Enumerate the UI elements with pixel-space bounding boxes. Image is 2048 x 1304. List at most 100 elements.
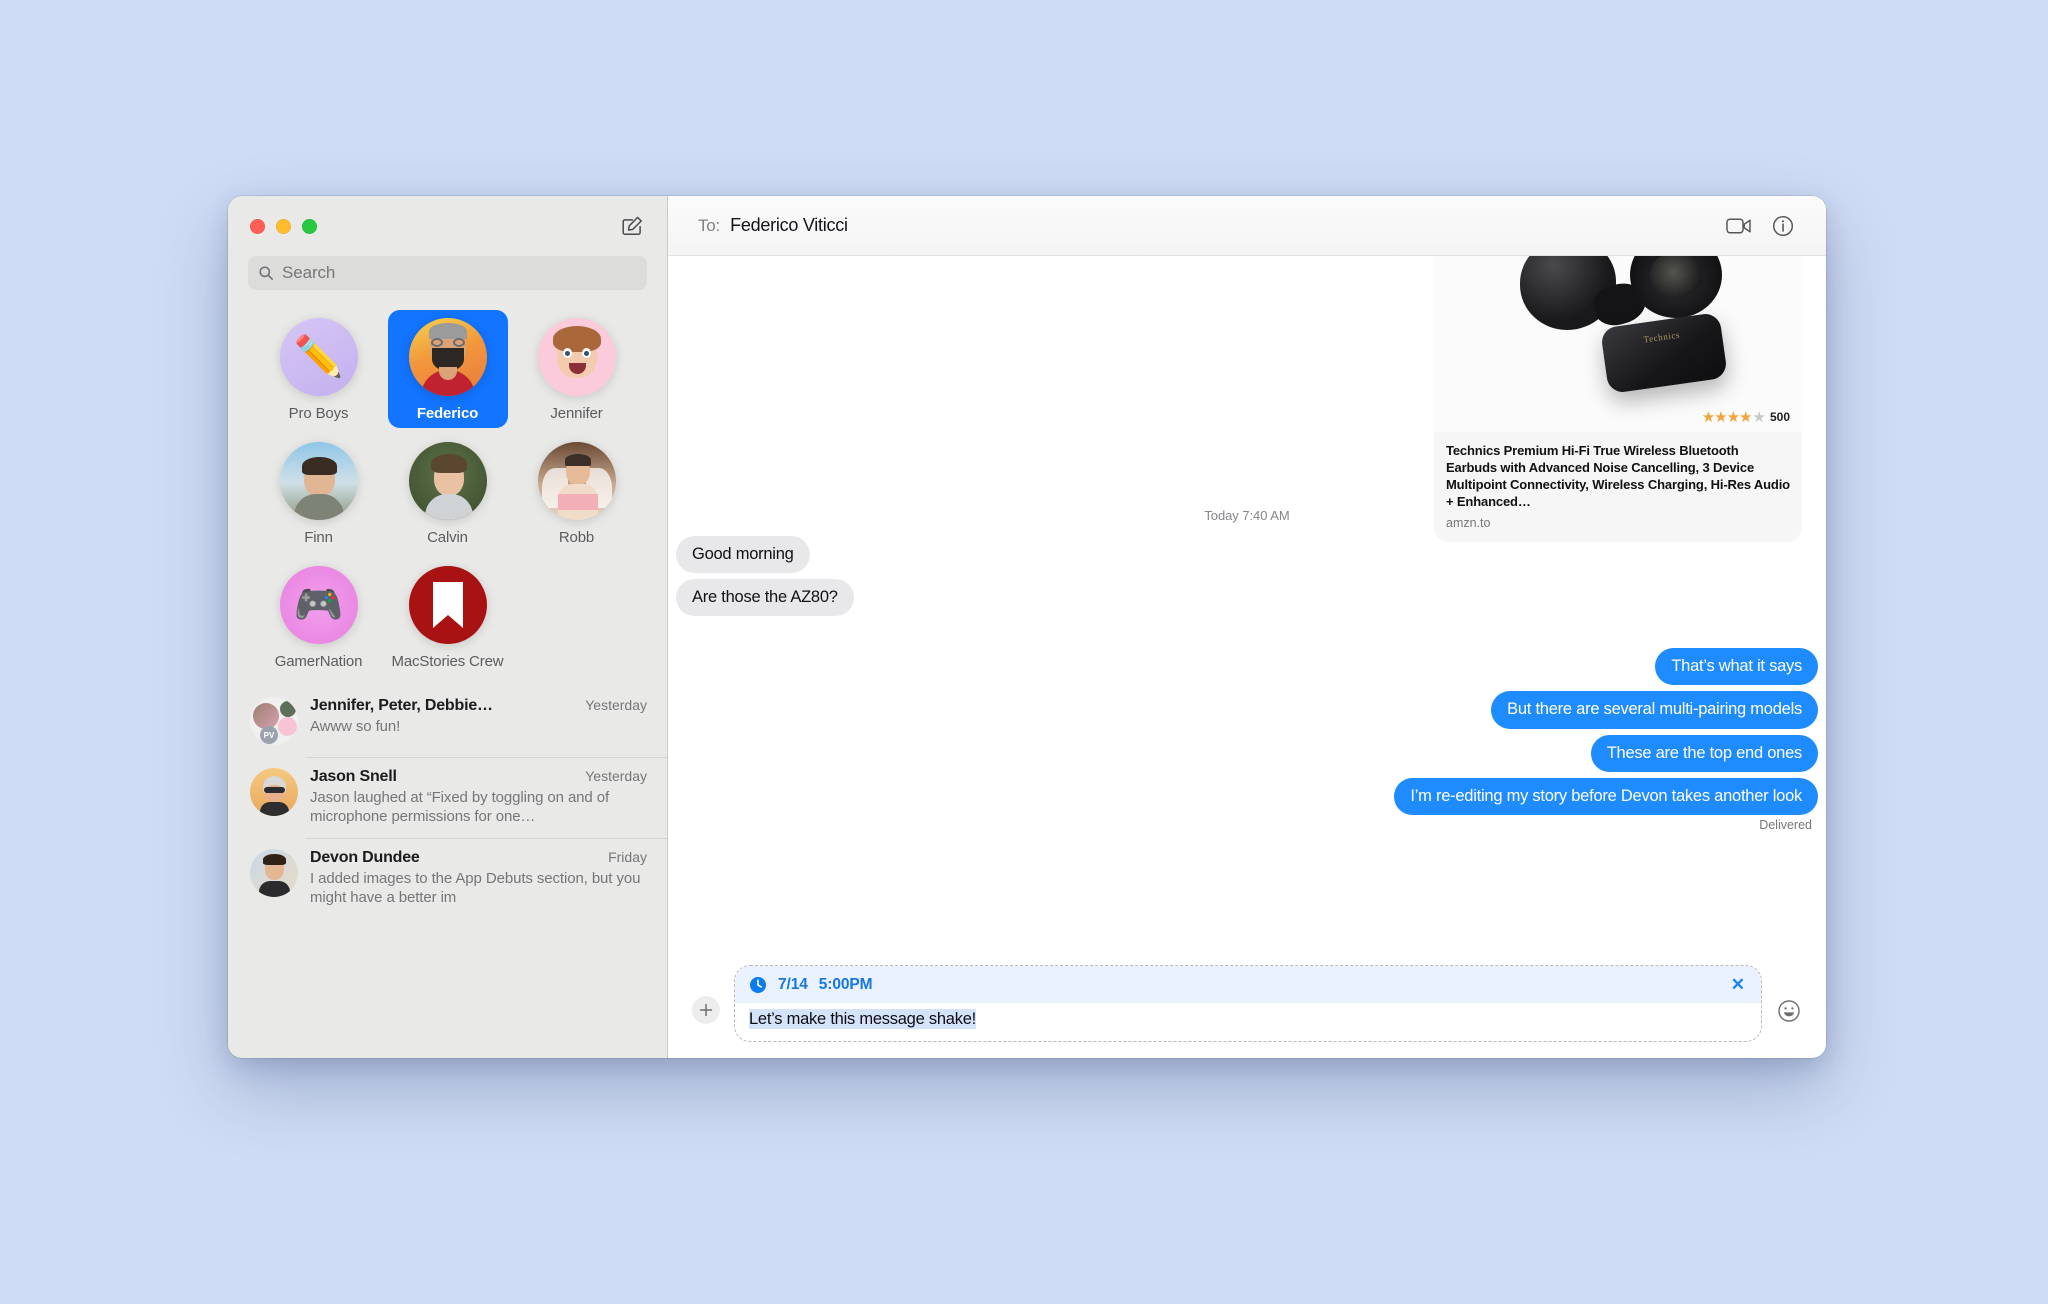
scheduled-date[interactable]: 7/14 — [778, 976, 808, 994]
message-bubble-outgoing[interactable]: These are the top end ones — [1590, 734, 1824, 772]
conversation-row-jennifer-group[interactable]: PV Jennifer, Peter, Debbie… Yesterday Aw… — [228, 686, 667, 757]
conversation-time: Yesterday — [585, 697, 647, 713]
pinned-item-label: Federico — [416, 405, 479, 422]
conversation-name: Jennifer, Peter, Debbie… — [310, 697, 493, 714]
conversation-preview: Jason laughed at “Fixed by toggling on a… — [310, 789, 610, 826]
conversation-row-devon-dundee[interactable]: Devon Dundee Friday I added images to th… — [228, 838, 667, 919]
message-bubble-outgoing[interactable]: That’s what it says — [1655, 648, 1818, 686]
close-icon[interactable]: ✕ — [1729, 974, 1747, 995]
search-input[interactable]: Search — [248, 256, 647, 290]
pinned-item-label: MacStories Crew — [391, 653, 504, 670]
rating-half-star: ★ — [1752, 409, 1766, 426]
message-row: That’s what it says — [676, 648, 1818, 686]
conversation-time: Yesterday — [585, 768, 647, 784]
emoji-smiley-icon[interactable] — [1776, 998, 1802, 1024]
compose-new-message-icon[interactable] — [619, 213, 645, 239]
avatar — [408, 442, 487, 520]
sidebar: Search ✏️ Pro Boys Federico Jennifer Fin… — [228, 196, 668, 1058]
plus-icon[interactable] — [692, 996, 720, 1024]
avatar: 🎮 — [279, 566, 358, 644]
pinned-item-finn[interactable]: Finn — [259, 434, 379, 552]
messages-window: Search ✏️ Pro Boys Federico Jennifer Fin… — [228, 196, 1826, 1058]
sidebar-titlebar — [228, 196, 667, 256]
close-window-button[interactable] — [250, 218, 265, 234]
pinned-item-calvin[interactable]: Calvin — [388, 434, 508, 552]
message-bubble-outgoing[interactable]: But there are several multi-pairing mode… — [1491, 691, 1818, 729]
avatar — [537, 442, 616, 520]
info-icon[interactable] — [1766, 211, 1800, 241]
avatar — [408, 318, 487, 396]
message-row: These are the top end ones — [676, 734, 1824, 772]
conversation-preview: I added images to the App Debuts section… — [310, 870, 641, 907]
message-bubbles: Good morning Are those the AZ80? That’s … — [668, 536, 1826, 832]
chat-pane: To: Federico Viticci Technics ★★★★ ★ 500… — [668, 196, 1826, 1058]
earbud-left-graphic — [1520, 256, 1616, 330]
bookmark-icon — [432, 582, 463, 628]
search-icon — [258, 265, 274, 281]
avatar — [250, 849, 298, 898]
message-bubble-incoming[interactable]: Good morning — [676, 536, 810, 574]
message-bubble-outgoing[interactable]: I’m re-editing my story before Devon tak… — [1394, 777, 1823, 815]
message-compose-field[interactable]: 7/14 5:00PM ✕ Let’s make this message sh… — [734, 965, 1762, 1042]
game-controller-emoji-icon: 🎮 — [293, 583, 344, 627]
conversation-row-jason-snell[interactable]: Jason Snell Yesterday Jason laughed at “… — [228, 757, 667, 838]
pinned-item-label: Robb — [558, 529, 595, 546]
avatar-photo — [409, 442, 487, 520]
message-row: I’m re-editing my story before Devon tak… — [676, 777, 1823, 815]
product-rating: ★★★★ ★ 500 — [1702, 408, 1790, 426]
conversation-list: PV Jennifer, Peter, Debbie… Yesterday Aw… — [228, 682, 667, 1058]
message-bubble-incoming[interactable]: Are those the AZ80? — [671, 579, 854, 617]
pencil-emoji-icon: ✏️ — [293, 335, 344, 379]
recipient-name[interactable]: Federico Viticci — [730, 215, 848, 236]
draft-line[interactable]: Let’s make this message shake! — [735, 1003, 1761, 1041]
memoji-avatar — [538, 318, 616, 396]
link-preview-image: ★★★★ ★ 500 — [1434, 256, 1802, 432]
pinned-item-label: GamerNation — [274, 653, 363, 670]
rating-count: 500 — [1769, 410, 1790, 424]
conversation-name: Jason Snell — [310, 768, 397, 785]
conversation-body: Devon Dundee Friday I added images to th… — [310, 849, 647, 907]
link-preview-card[interactable]: ★★★★ ★ 500 Technics Premium Hi-Fi True W… — [1434, 256, 1802, 542]
conversation-time: Friday — [608, 849, 647, 866]
avatar-photo — [280, 442, 358, 520]
scheduled-send-strip: 7/14 5:00PM ✕ — [735, 966, 1761, 1003]
conversation-header: Jason Snell Yesterday — [310, 768, 647, 786]
minimize-window-button[interactable] — [276, 218, 291, 234]
pinned-conversations-grid: ✏️ Pro Boys Federico Jennifer Finn Calvi… — [228, 304, 667, 682]
avatar — [250, 768, 298, 816]
pinned-item-pro-boys[interactable]: ✏️ Pro Boys — [259, 310, 379, 428]
compose-bar: 7/14 5:00PM ✕ Let’s make this message sh… — [668, 957, 1826, 1058]
pinned-item-macstories-crew[interactable]: MacStories Crew — [388, 558, 508, 676]
conversation-header: Devon Dundee Friday — [310, 849, 647, 867]
facetime-video-icon[interactable] — [1722, 211, 1756, 241]
search-placeholder: Search — [282, 263, 336, 282]
avatar: ✏️ — [279, 318, 358, 396]
message-row: Good morning — [676, 536, 1818, 574]
clock-icon — [749, 976, 767, 994]
conversation-body: Jason Snell Yesterday Jason laughed at “… — [310, 768, 647, 826]
avatar — [279, 442, 358, 520]
avatar — [408, 566, 487, 644]
message-thread: ★★★★ ★ 500 Technics Premium Hi-Fi True W… — [668, 256, 1826, 957]
avatar-photo — [409, 318, 487, 396]
rating-stars: ★★★★ — [1701, 409, 1753, 426]
search-container: Search — [228, 256, 667, 304]
message-row: Are those the AZ80? — [671, 579, 1818, 617]
link-preview-title: Technics Premium Hi-Fi True Wireless Blu… — [1446, 443, 1790, 510]
pinned-item-federico[interactable]: Federico — [387, 310, 508, 428]
pinned-item-gamernation[interactable]: 🎮 GamerNation — [259, 558, 379, 676]
pinned-item-robb[interactable]: Robb — [517, 434, 637, 552]
link-preview-meta: Technics Premium Hi-Fi True Wireless Blu… — [1434, 432, 1802, 542]
pinned-item-jennifer[interactable]: Jennifer — [517, 310, 637, 428]
avatar — [537, 318, 616, 396]
conversation-header: Jennifer, Peter, Debbie… Yesterday — [310, 697, 647, 715]
avatar-photo — [538, 442, 616, 520]
pinned-item-label: Calvin — [427, 529, 468, 546]
zoom-window-button[interactable] — [302, 218, 317, 234]
message-timestamp: Today 7:40 AM — [1204, 508, 1290, 523]
draft-message-text[interactable]: Let’s make this message shake! — [749, 1009, 976, 1029]
scheduled-time[interactable]: 5:00PM — [819, 976, 873, 994]
chat-header: To: Federico Viticci — [668, 196, 1826, 256]
to-label: To: — [698, 215, 721, 235]
message-row: But there are several multi-pairing mode… — [676, 691, 1818, 729]
